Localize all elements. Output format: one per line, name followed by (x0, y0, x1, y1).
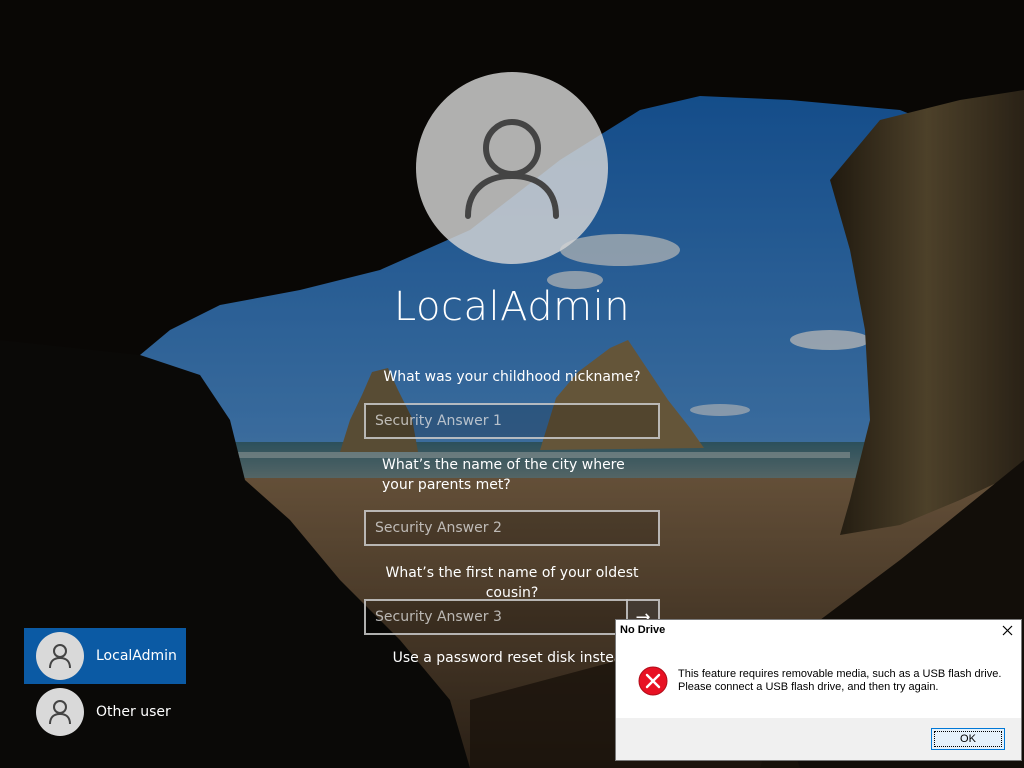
security-answer-2-input[interactable] (364, 510, 660, 546)
dialog-message-line-2: Please connect a USB flash drive, and th… (678, 681, 939, 693)
user-avatar-large (416, 72, 608, 264)
security-question-3: What’s the first name of your oldest cou… (385, 565, 639, 601)
user-tile-label: LocalAdmin (96, 648, 177, 664)
dialog-message: This feature requires removable media, s… (678, 668, 1008, 694)
ok-button[interactable]: OK (931, 728, 1005, 750)
security-question-2: What’s the name of the city where your p… (382, 457, 625, 493)
no-drive-dialog: No Drive This feature requires removable… (615, 619, 1022, 761)
security-answer-3-input[interactable] (364, 599, 628, 635)
security-question-1: What was your childhood nickname? (383, 369, 641, 385)
user-avatar-small (36, 688, 84, 736)
dialog-title: No Drive (620, 624, 666, 636)
user-avatar-small (36, 632, 84, 680)
user-tile-localadmin[interactable]: LocalAdmin (24, 628, 186, 684)
user-silhouette-icon (49, 700, 71, 725)
error-icon (638, 666, 668, 696)
user-tile-other-user[interactable]: Other user (24, 684, 186, 740)
dialog-footer: OK (616, 718, 1021, 760)
dialog-close-button[interactable] (999, 622, 1015, 638)
user-tile-label: Other user (96, 704, 171, 720)
security-answer-1-input[interactable] (364, 403, 660, 439)
user-silhouette-icon (465, 119, 559, 219)
username-title: LocalAdmin (393, 284, 631, 330)
dialog-message-line-1: This feature requires removable media, s… (678, 668, 1002, 680)
user-silhouette-icon (49, 644, 71, 669)
close-icon (1002, 625, 1012, 635)
